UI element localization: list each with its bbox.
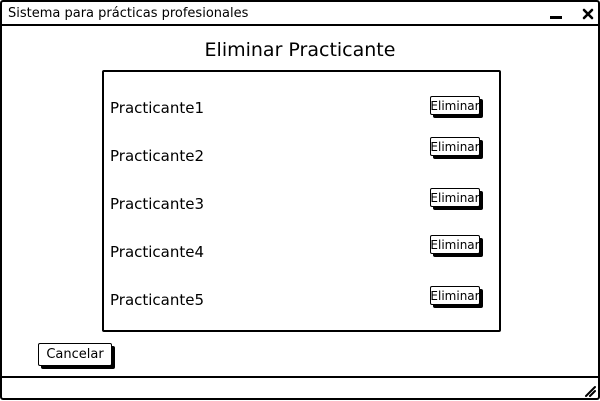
delete-practicante3-button[interactable]: Eliminar — [430, 188, 480, 207]
resize-grip-icon — [585, 386, 596, 397]
cancel-button[interactable]: Cancelar — [38, 343, 112, 366]
practicantes-list: Practicante1 Eliminar Practicante2 Elimi… — [102, 70, 501, 332]
title-bar: Sistema para prácticas profesionales — [2, 2, 598, 26]
minimize-button[interactable] — [546, 4, 566, 24]
close-icon — [582, 8, 594, 20]
practicante-name: Practicante2 — [110, 147, 205, 165]
delete-practicante2-button[interactable]: Eliminar — [430, 137, 480, 156]
practicante-name: Practicante1 — [110, 99, 205, 117]
delete-practicante1-button[interactable]: Eliminar — [430, 96, 480, 115]
resize-grip[interactable] — [582, 382, 596, 397]
window-title: Sistema para prácticas profesionales — [8, 6, 249, 21]
delete-practicante5-button[interactable]: Eliminar — [430, 286, 480, 305]
delete-practicante4-button[interactable]: Eliminar — [430, 235, 480, 254]
practicante-name: Practicante4 — [110, 243, 205, 261]
practicante-name: Practicante3 — [110, 195, 205, 213]
close-button[interactable] — [578, 4, 598, 24]
minimize-icon — [550, 16, 562, 19]
practicante-name: Practicante5 — [110, 291, 205, 309]
app-window: Sistema para prácticas profesionales Eli… — [0, 0, 600, 400]
status-bar — [2, 376, 598, 398]
page-title: Eliminar Practicante — [204, 39, 396, 61]
